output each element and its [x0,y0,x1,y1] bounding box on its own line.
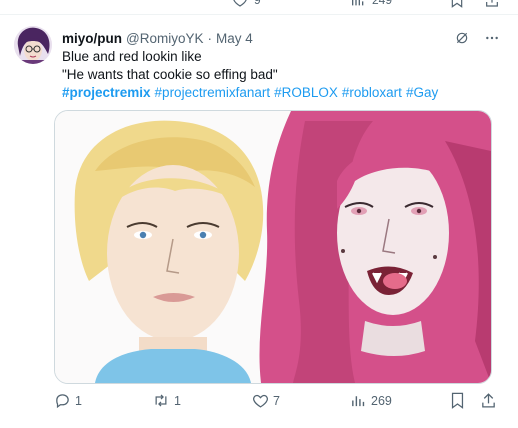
views-icon [350,0,366,8]
tweet-date[interactable]: May 4 [216,31,253,46]
grok-icon[interactable] [454,30,470,46]
previous-like-action[interactable]: 9 [232,0,261,8]
tweet-action-bar: 1 1 7 269 [54,388,497,414]
hashtag-link[interactable]: #ROBLOX [274,84,338,102]
share-icon [484,0,500,8]
heart-icon [252,392,269,409]
like-count: 7 [273,393,280,408]
reply-count: 1 [75,393,82,408]
retweet-count: 1 [174,393,181,408]
views-count: 269 [371,393,392,408]
avatar[interactable] [14,26,52,64]
bookmark-icon [450,392,465,409]
tweet-top-icons [454,30,500,46]
views-button[interactable]: 269 [350,392,392,409]
views-icon [350,392,367,409]
reply-icon [54,392,71,409]
retweet-button[interactable]: 1 [152,392,181,409]
user-handle[interactable]: @RomiyoYK [126,31,203,46]
like-button[interactable]: 7 [252,392,280,409]
bookmark-icon [450,0,464,8]
share-button[interactable] [480,392,497,409]
tweet-text-line: "He wants that cookie so effing bad" [62,67,278,82]
previous-bookmark-action[interactable] [450,0,464,8]
previous-tweet-actions: 9 249 [0,0,518,15]
hashtag-link[interactable]: #projectremix [62,84,151,102]
tweet-text: Blue and red lookin like "He wants that … [62,48,502,102]
hashtag-link[interactable]: #Gay [406,84,438,102]
reply-button[interactable]: 1 [54,392,82,409]
more-options-icon[interactable] [484,30,500,46]
retweet-icon [152,392,170,409]
share-icon [480,392,497,409]
tweet-media-image[interactable] [54,110,492,384]
previous-like-count: 9 [254,0,261,7]
tweet-text-line: Blue and red lookin like [62,49,202,64]
display-name[interactable]: miyo/pun [62,31,122,46]
hashtag-link[interactable]: #robloxart [342,84,402,102]
tweet-header: miyo/pun @RomiyoYK · May 4 [62,29,253,47]
heart-icon [232,0,248,8]
hashtag-link[interactable]: #projectremixfanart [155,84,271,102]
hashtag-list: #projectremix #projectremixfanart #ROBLO… [62,84,502,102]
separator-dot: · [207,30,212,46]
bookmark-button[interactable] [450,392,465,409]
previous-views-action[interactable]: 249 [350,0,392,8]
previous-share-action[interactable] [484,0,500,8]
previous-views-count: 249 [372,0,393,7]
